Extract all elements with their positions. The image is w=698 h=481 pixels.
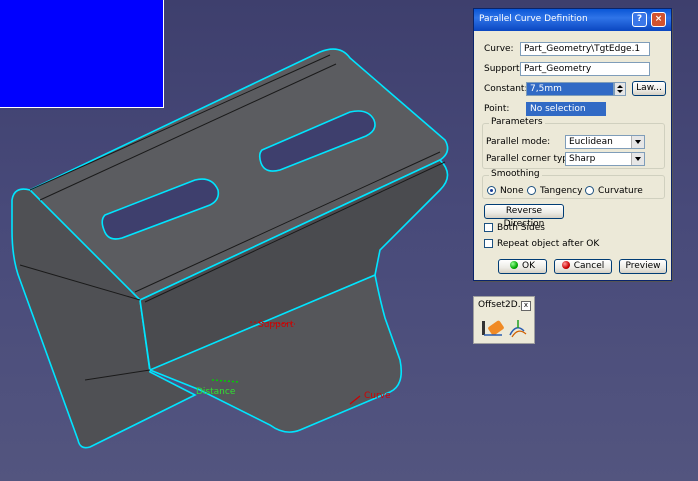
ok-label: OK [522,261,535,271]
constant-input[interactable]: 7,5mm [526,82,614,96]
chevron-down-icon[interactable] [631,153,644,165]
smoothing-tangency-radio[interactable] [527,186,536,195]
parallel-mode-value: Euclidean [569,137,613,147]
support-field[interactable]: Part_Geometry [520,62,650,76]
distance-label: Distance [196,387,236,397]
corner-type-label: Parallel corner type: [486,154,577,164]
toolbar-close-icon[interactable]: x [521,301,531,311]
reverse-direction-button[interactable]: Reverse Direction [484,204,564,229]
smoothing-none-radio[interactable] [487,186,496,195]
corner-type-select[interactable]: Sharp [565,152,645,166]
parallel-mode-select[interactable]: Euclidean [565,135,645,149]
smoothing-none-label: None [500,186,524,196]
support-label: Support: [484,64,523,74]
smoothing-tangency-label: Tangency [540,186,583,196]
cancel-button[interactable]: Cancel [554,259,612,274]
smoothing-curvature-radio[interactable] [585,186,594,195]
smoothing-legend: Smoothing [489,169,542,179]
smoothing-group: Smoothing None Tangency Curvature [482,169,665,199]
cancel-label: Cancel [573,261,605,271]
curve-label: Curve [364,391,391,401]
constant-label: Constant: [484,84,528,94]
dialog-titlebar[interactable]: Parallel Curve Definition ? × [474,9,671,31]
spin-down-icon[interactable] [617,90,623,93]
parallel-mode-label: Parallel mode: [486,137,551,147]
ok-status-icon [510,261,518,269]
preview-button[interactable]: Preview [619,259,667,274]
help-button[interactable]: ? [632,12,647,27]
toolbar-title: Offset2D... [478,300,527,310]
point-label: Point: [484,104,510,114]
close-button[interactable]: × [651,12,666,27]
curve-field[interactable]: Part_Geometry\TgtEdge.1 [520,42,650,56]
compass-overview-box[interactable] [0,0,164,108]
law-button[interactable]: Law... [632,81,666,96]
parameters-group: Parameters Parallel mode: Euclidean Para… [482,117,665,169]
repeat-object-checkbox[interactable] [484,239,493,248]
ok-button[interactable]: OK [498,259,547,274]
corner-type-value: Sharp [569,154,596,164]
point-field[interactable]: No selection [526,102,606,116]
both-sides-checkbox[interactable] [484,223,493,232]
offset2d-toolbar[interactable]: Offset2D... x [473,296,535,344]
offset-edge-icon[interactable] [482,320,505,336]
parameters-legend: Parameters [489,117,545,127]
support-label: Support [258,320,294,330]
repeat-object-label: Repeat object after OK [497,239,600,249]
toolbar-icons [482,320,527,338]
constant-spinner[interactable] [614,82,626,96]
dialog-title: Parallel Curve Definition [479,14,588,24]
chevron-down-icon[interactable] [631,136,644,148]
parallel-curve-icon[interactable] [509,320,527,338]
curve-label: Curve: [484,44,514,54]
both-sides-label: Both Sides [497,223,545,233]
smoothing-curvature-label: Curvature [598,186,643,196]
parallel-curve-dialog[interactable]: Parallel Curve Definition ? × Curve: Par… [473,8,672,281]
cancel-status-icon [561,261,570,269]
spin-up-icon[interactable] [617,85,623,88]
